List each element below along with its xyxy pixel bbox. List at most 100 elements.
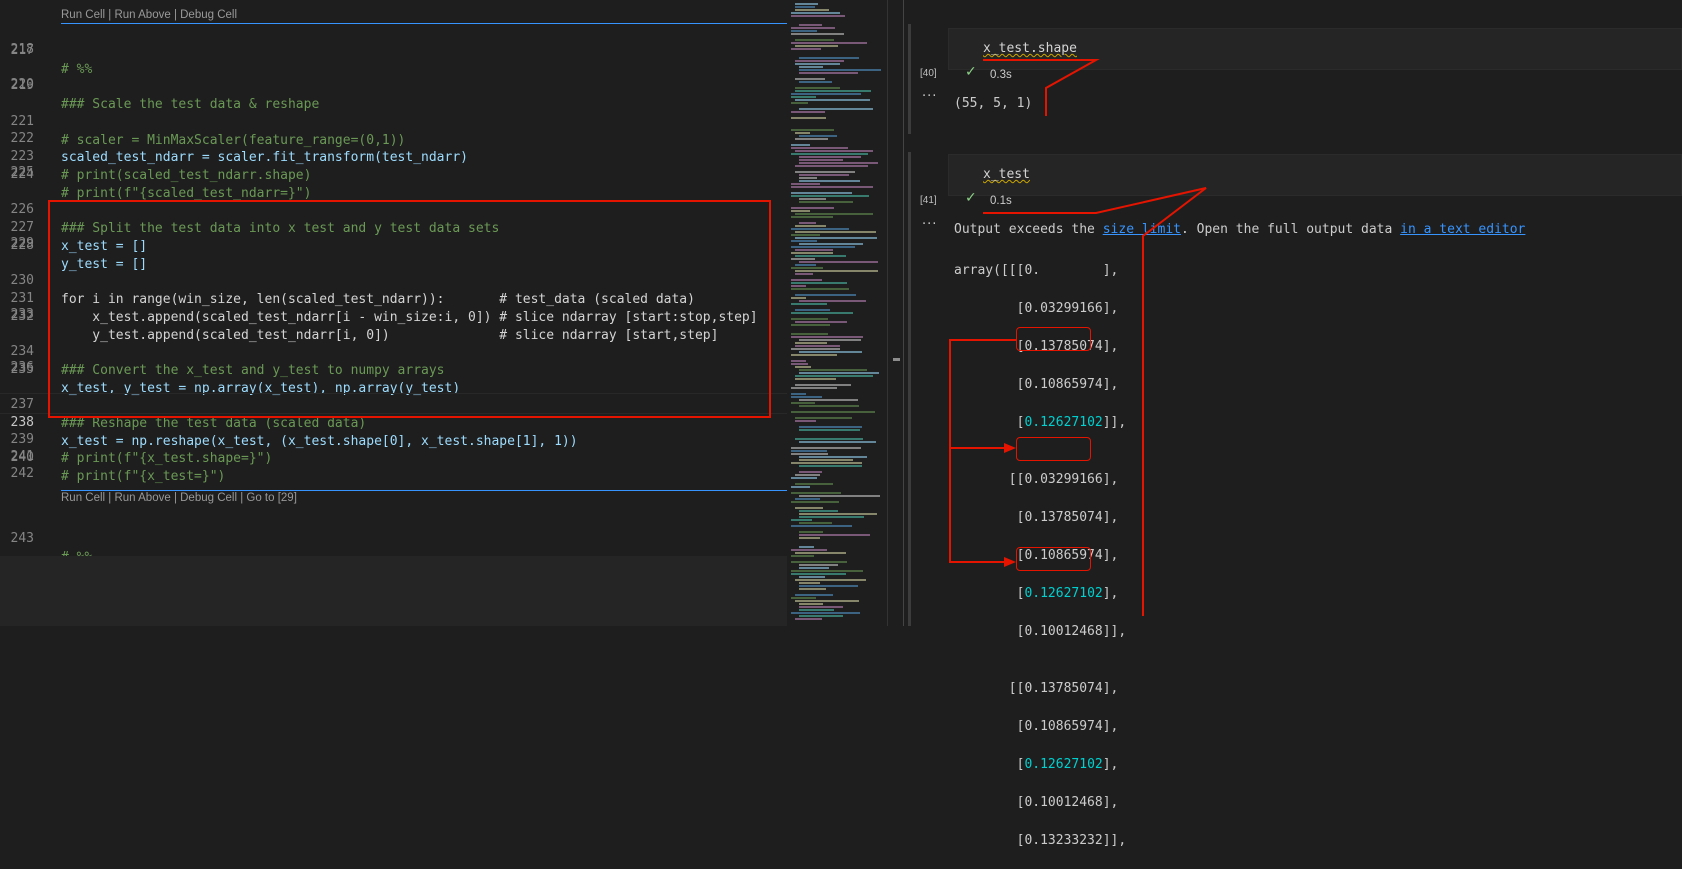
minimap-line	[791, 195, 869, 197]
minimap-line	[799, 441, 876, 443]
code-line-225[interactable]: 225	[0, 163, 787, 182]
minimap-line	[795, 618, 822, 620]
minimap-line	[791, 333, 828, 335]
cell-1-exec-time: 0.3s	[990, 69, 1012, 81]
minimap-line	[791, 285, 806, 287]
minimap-line	[791, 561, 847, 563]
minimap-line	[791, 282, 847, 284]
minimap-line	[795, 9, 829, 11]
cell-2-source[interactable]: x_test	[983, 167, 1030, 182]
minimap[interactable]	[787, 0, 897, 626]
code-line-242[interactable]: 242	[0, 464, 787, 483]
minimap-line	[799, 399, 858, 401]
code-line-219[interactable]: 219 ### Scale the test data & reshape	[0, 57, 787, 112]
minimap-line	[799, 174, 849, 176]
more-actions-icon[interactable]: ···	[922, 89, 937, 104]
minimap-line	[791, 573, 846, 575]
open-in-text-editor-link[interactable]: in a text editor	[1400, 222, 1525, 237]
code-line-223[interactable]: 223 # print(scaled_test_ndarr.shape)	[0, 128, 787, 183]
minimap-line	[791, 234, 820, 236]
minimap-line	[791, 288, 849, 290]
minimap-line	[795, 378, 836, 380]
codelens-run-cell-bottom[interactable]: Run Cell | Run Above | Debug Cell | Go t…	[61, 492, 297, 504]
minimap-line	[791, 447, 861, 449]
minimap-line	[791, 363, 808, 365]
minimap-line	[799, 534, 870, 536]
minimap-line	[791, 42, 867, 44]
minimap-line	[795, 507, 823, 509]
output-line: [0.10865974],	[954, 719, 1119, 734]
output-line: [0.10012468]],	[954, 624, 1127, 639]
minimap-line	[791, 396, 822, 398]
codelens-run-cell-top[interactable]: Run Cell | Run Above | Debug Cell	[61, 9, 237, 21]
minimap-line	[799, 426, 862, 428]
cell-1-source[interactable]: x_test.shape	[983, 41, 1077, 56]
minimap-line	[799, 516, 864, 518]
code-line-220[interactable]: 220	[0, 75, 787, 94]
minimap-line	[799, 180, 860, 182]
minimap-line	[791, 411, 875, 413]
minimap-line	[791, 144, 810, 146]
editor-scrollbar[interactable]	[887, 0, 902, 626]
minimap-line	[799, 510, 838, 512]
code-line-217[interactable]: 217 # %%	[0, 22, 787, 77]
minimap-line	[791, 612, 860, 614]
minimap-line	[799, 156, 861, 158]
minimap-line	[795, 375, 873, 377]
minimap-line	[799, 159, 843, 161]
minimap-line	[795, 273, 813, 275]
minimap-line	[791, 117, 826, 119]
minimap-line	[791, 597, 816, 599]
notebook-cell-2-input[interactable]	[948, 154, 1682, 196]
more-actions-icon-2[interactable]: ···	[922, 217, 937, 232]
minimap-line	[795, 384, 851, 386]
minimap-line	[791, 387, 837, 389]
minimap-line	[791, 102, 808, 104]
minimap-line	[795, 6, 815, 8]
cell-1-output: (55, 5, 1)	[954, 96, 1033, 111]
minimap-line	[799, 162, 878, 164]
minimap-line	[795, 132, 810, 134]
minimap-line	[799, 81, 832, 83]
minimap-line	[795, 294, 856, 296]
annotation-highlight-box-3	[1016, 547, 1091, 571]
minimap-line	[795, 417, 852, 419]
size-limit-link[interactable]: size limit	[1103, 222, 1181, 237]
minimap-line	[795, 345, 840, 347]
minimap-line	[795, 213, 873, 215]
minimap-line	[799, 222, 816, 224]
minimap-line	[791, 318, 828, 320]
minimap-line	[795, 171, 855, 173]
minimap-line	[799, 495, 880, 497]
code-line-240[interactable]: 240 # print(f"{x_test=}")	[0, 429, 787, 484]
minimap-line	[799, 564, 838, 566]
minimap-line	[795, 237, 877, 239]
minimap-line	[795, 99, 870, 101]
minimap-line	[795, 249, 833, 251]
minimap-line	[795, 264, 816, 266]
code-editor[interactable]: Run Cell | Run Above | Debug Cell 217 # …	[0, 0, 787, 556]
minimap-line	[799, 588, 826, 590]
minimap-line	[799, 513, 877, 515]
minimap-line	[791, 450, 827, 452]
minimap-line	[791, 252, 833, 254]
minimap-line	[799, 603, 823, 605]
code-line-243[interactable]: 243 # %%	[0, 510, 787, 556]
cell-2-exec-time: 0.1s	[990, 195, 1012, 207]
minimap-line	[795, 321, 847, 323]
minimap-line	[795, 342, 827, 344]
minimap-line	[791, 312, 853, 314]
minimap-line	[791, 246, 855, 248]
minimap-line	[791, 129, 834, 131]
minimap-line	[791, 462, 862, 464]
minimap-line	[795, 60, 844, 62]
code-line-222[interactable]: 222 scaled_test_ndarr = scaler.fit_trans…	[0, 110, 787, 165]
minimap-line	[795, 3, 818, 5]
check-icon: ✓	[965, 64, 977, 80]
minimap-line	[799, 585, 858, 587]
minimap-line	[795, 150, 873, 152]
minimap-line	[791, 492, 841, 494]
minimap-line	[799, 522, 832, 524]
minimap-line	[795, 438, 863, 440]
code-line-226[interactable]: 226 ### Split the test data into x test …	[0, 181, 787, 236]
